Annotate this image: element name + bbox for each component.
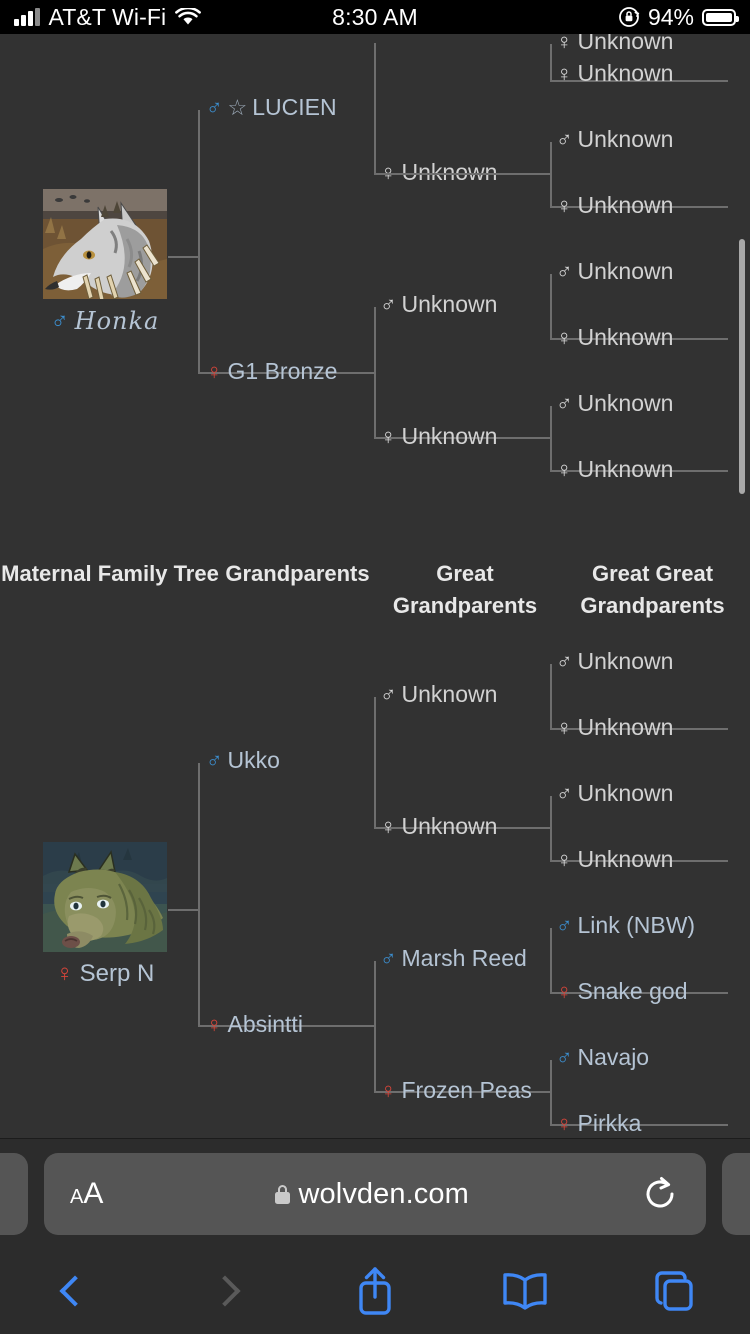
node-maternal-great-3[interactable]: ♀ Frozen Peas (380, 1079, 532, 1102)
node-paternal-gg-5[interactable]: ♀ Unknown (556, 326, 673, 349)
forward-chevron-icon (209, 1275, 241, 1307)
previous-tab-preview[interactable] (0, 1153, 28, 1235)
node-paternal-gg-7[interactable]: ♀ Unknown (556, 458, 673, 481)
node-paternal-mother[interactable]: ♀ G1 Bronze (206, 360, 337, 383)
sex-icon-female: ♀ (556, 847, 573, 872)
bracket-maternal-great-1 (374, 961, 552, 1093)
sex-icon-female: ♀ (556, 193, 573, 218)
wolf-portrait-serp-n[interactable] (43, 842, 167, 952)
webpage-viewport[interactable]: ♀ Unknown ♀ Unknown ♂ Unknown ♀ Unknown ♂ Unk… (0, 34, 750, 1138)
address-bar[interactable]: AA wolvden.com (44, 1153, 706, 1235)
carrier-label: AT&T Wi-Fi (48, 3, 167, 30)
text-size-button[interactable]: AA (70, 1177, 103, 1211)
status-right: 94% (450, 4, 750, 31)
header-maternal-family-tree: Maternal Family Tree (1, 561, 219, 586)
header-great-grandparents: Great Grandparents (392, 561, 538, 618)
sex-icon-female: ♀ (556, 715, 573, 740)
status-bar: AT&T Wi-Fi 8:30 AM 94% (0, 0, 750, 34)
iphone-screen: AT&T Wi-Fi 8:30 AM 94% ♀ Unknown ♀ Unkno… (0, 0, 750, 1334)
node-maternal-gg-5[interactable]: ♀ Snake god (556, 980, 687, 1003)
column-headers: Maternal Family Tree Grandparents Great … (0, 558, 750, 622)
battery-percent-label: 94% (647, 3, 694, 30)
reload-icon[interactable] (640, 1174, 680, 1214)
wolf-name-honka[interactable]: ♂ Honka (0, 307, 210, 336)
sex-icon-female: ♀ (556, 61, 573, 86)
sex-icon-female: ♀ (556, 457, 573, 482)
sex-icon-male: ♂ (50, 308, 69, 335)
back-chevron-icon (59, 1275, 91, 1307)
rotation-lock-icon (619, 7, 640, 27)
tabs-icon (655, 1271, 693, 1311)
wolf-portrait-honka[interactable] (43, 189, 167, 299)
bracket-paternal-great-1 (374, 307, 552, 439)
sex-icon-female: ♀ (380, 424, 397, 449)
node-maternal-great-1[interactable]: ♀ Unknown (380, 815, 497, 838)
back-button[interactable] (0, 1275, 150, 1307)
forward-button[interactable] (150, 1275, 300, 1307)
battery-icon (702, 8, 739, 26)
url-display[interactable]: wolvden.com (103, 1178, 640, 1211)
node-maternal-gg-1[interactable]: ♀ Unknown (556, 716, 673, 739)
sex-icon-female: ♀ (206, 1012, 223, 1037)
bookmarks-icon (503, 1273, 547, 1310)
browser-toolbar (0, 1248, 750, 1334)
bracket-maternal-great-0 (374, 697, 552, 829)
url-text: wolvden.com (298, 1177, 469, 1210)
bookmarks-button[interactable] (450, 1269, 600, 1313)
node-paternal-great-3[interactable]: ♀ Unknown (380, 425, 497, 448)
share-icon (359, 1267, 391, 1315)
node-paternal-gg-1[interactable]: ♀ Unknown (556, 62, 673, 85)
sex-icon-female: ♀ (380, 1078, 397, 1103)
node-maternal-gg-3[interactable]: ♀ Unknown (556, 848, 673, 871)
header-grandparents: Grandparents (225, 561, 370, 586)
lock-icon (274, 1184, 290, 1204)
safari-bottom-bar: AA wolvden.com (0, 1138, 750, 1334)
sex-icon-female: ♀ (556, 325, 573, 350)
node-paternal-gg-3[interactable]: ♀ Unknown (556, 194, 673, 217)
wolf-name-serp-n[interactable]: ♀ Serp N (0, 960, 210, 988)
bracket-paternal-parent-0 (198, 110, 376, 374)
tabs-button[interactable] (600, 1267, 750, 1315)
sex-icon-female: ♀ (556, 979, 573, 1004)
wolf-card-honka[interactable]: ♂ Honka (0, 189, 210, 336)
wolf-card-serp-n[interactable]: ♀ Serp N (0, 842, 210, 988)
tab-strip: AA wolvden.com (0, 1139, 750, 1249)
page-scrollbar[interactable] (739, 239, 745, 494)
sex-icon-female: ♀ (556, 1111, 573, 1136)
sex-icon-female: ♀ (206, 359, 223, 384)
node-maternal-gg-7[interactable]: ♀ Pirkka (556, 1112, 641, 1135)
bracket-paternal-great-0 (374, 43, 552, 175)
status-left: AT&T Wi-Fi (0, 4, 300, 31)
clock-label: 8:30 AM (332, 3, 418, 30)
share-button[interactable] (300, 1265, 450, 1317)
node-maternal-mother[interactable]: ♀ Absintti (206, 1013, 303, 1036)
wifi-icon (175, 7, 202, 24)
next-tab-preview[interactable] (722, 1153, 750, 1235)
sex-icon-female: ♀ (380, 814, 397, 839)
sex-icon-female: ♀ (55, 960, 74, 987)
signal-bars-icon (14, 8, 40, 26)
bracket-maternal-parent-0 (198, 763, 376, 1027)
header-great-great-grandparents: Great Great Grandparents (580, 561, 725, 618)
